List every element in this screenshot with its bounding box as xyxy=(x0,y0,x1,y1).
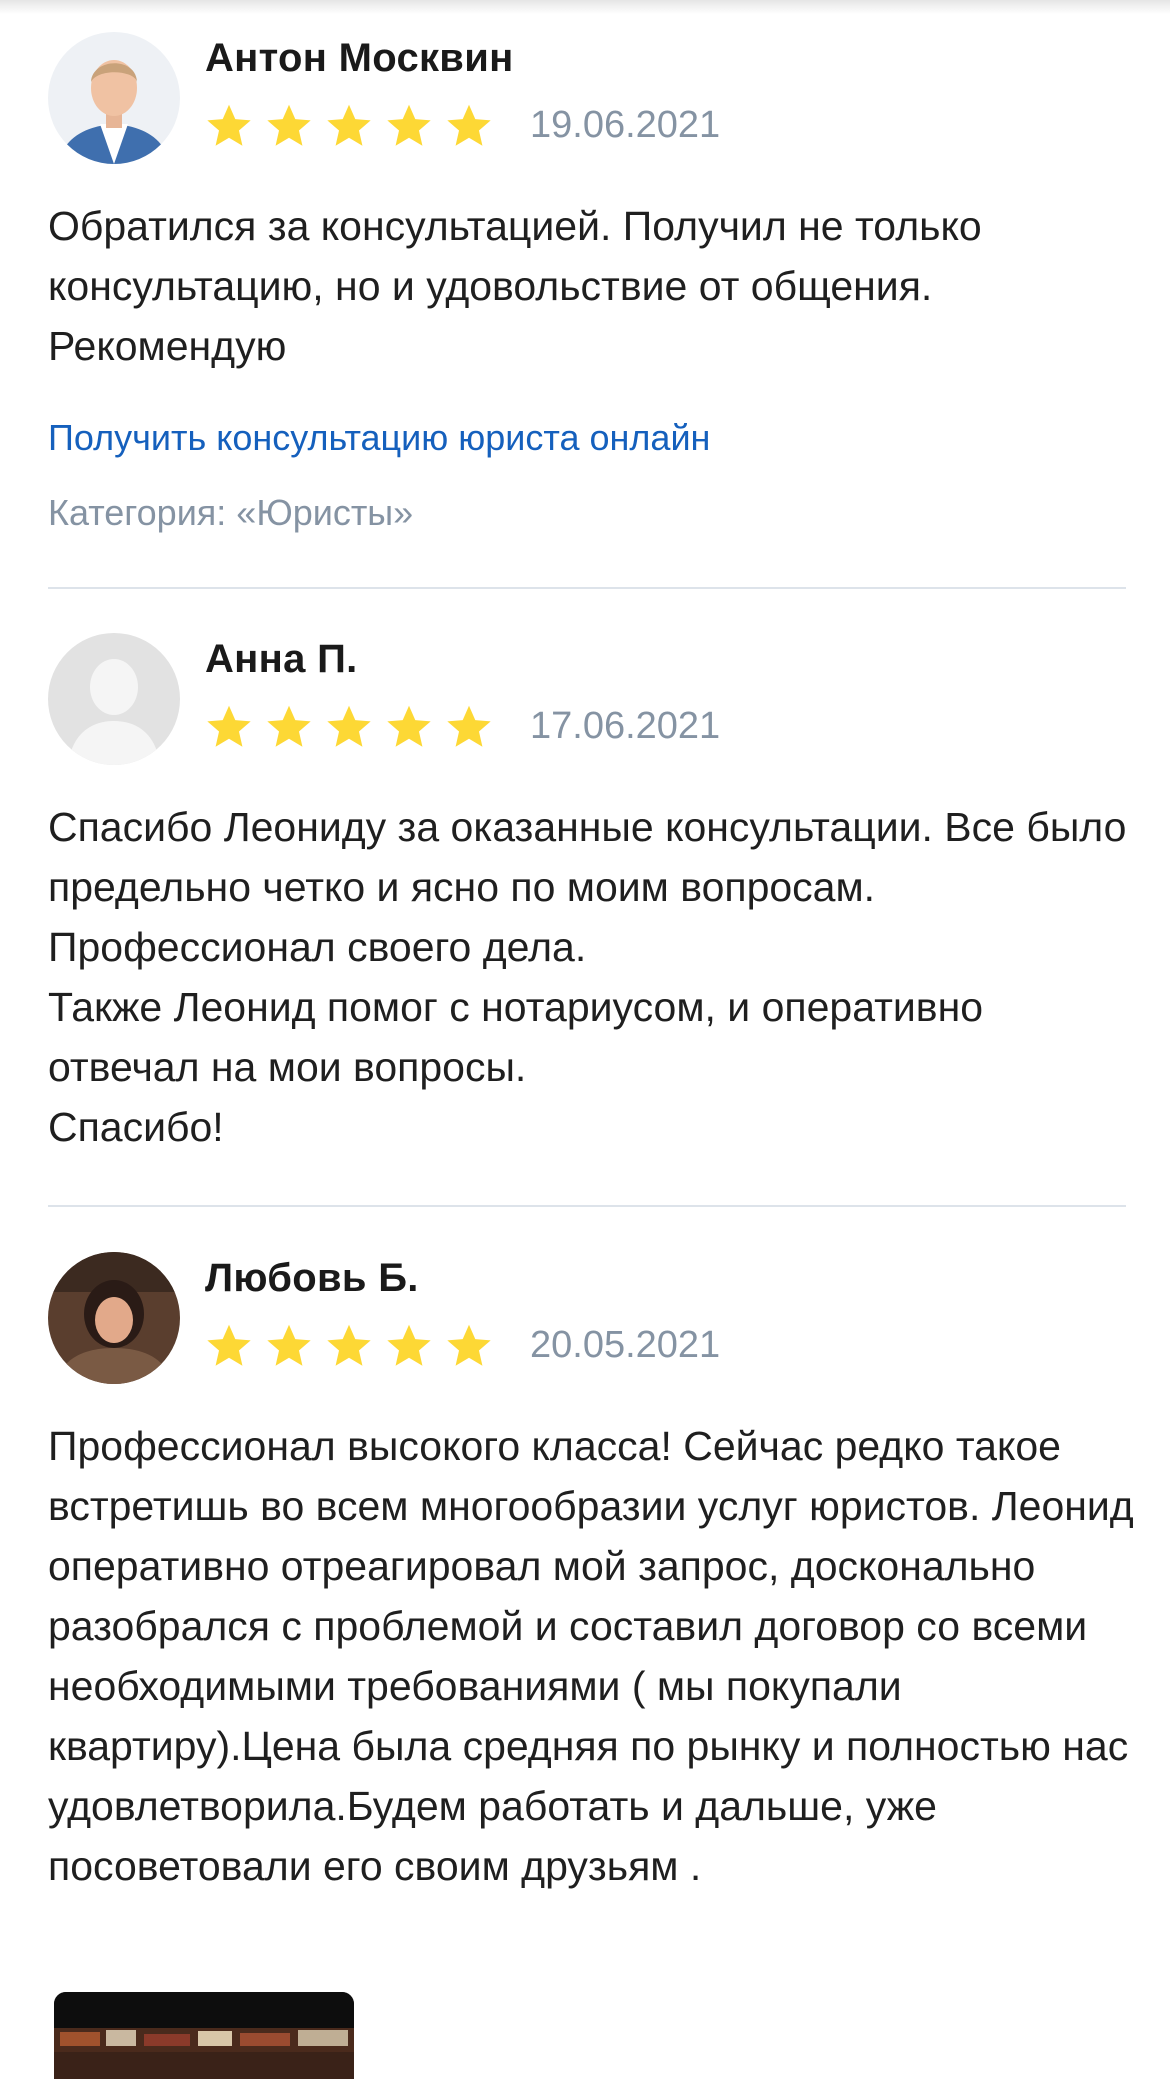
star-icon xyxy=(447,1324,491,1366)
review-photo[interactable] xyxy=(54,1992,354,2079)
online-consultation-link[interactable]: Получить консультацию юриста онлайн xyxy=(48,417,710,459)
rating-stars xyxy=(203,1320,495,1372)
rating-stars xyxy=(203,100,495,152)
star-icon xyxy=(207,1324,251,1366)
divider xyxy=(48,1205,1126,1207)
review-author: Антон Москвин xyxy=(205,36,514,80)
star-icon xyxy=(267,104,311,146)
review-date: 19.06.2021 xyxy=(530,104,721,146)
star-icon xyxy=(387,1324,431,1366)
review-text: Профессионал высокого класса! Сейчас ред… xyxy=(48,1423,1134,1889)
avatar[interactable] xyxy=(48,1252,180,1384)
avatar-placeholder[interactable] xyxy=(48,633,180,765)
star-icon xyxy=(327,1324,371,1366)
review-date: 17.06.2021 xyxy=(530,705,721,747)
review-date: 20.05.2021 xyxy=(530,1324,721,1366)
star-icon xyxy=(207,705,251,747)
avatar[interactable] xyxy=(48,32,180,164)
review-text: Спасибо Леониду за оказанные консультаци… xyxy=(48,804,1127,1150)
star-icon xyxy=(447,104,491,146)
star-icon xyxy=(387,705,431,747)
star-icon xyxy=(327,104,371,146)
review-author: Любовь Б. xyxy=(205,1256,419,1300)
star-icon xyxy=(447,705,491,747)
star-icon xyxy=(327,705,371,747)
star-icon xyxy=(387,104,431,146)
star-icon xyxy=(267,1324,311,1366)
star-icon xyxy=(207,104,251,146)
top-shadow xyxy=(0,0,1170,14)
star-icon xyxy=(267,705,311,747)
rating-stars xyxy=(203,701,495,753)
divider xyxy=(48,587,1126,589)
review-category: Категория: «Юристы» xyxy=(48,492,414,533)
review-text: Обратился за консультацией. Получил не т… xyxy=(48,203,982,369)
review-author: Анна П. xyxy=(205,637,358,681)
